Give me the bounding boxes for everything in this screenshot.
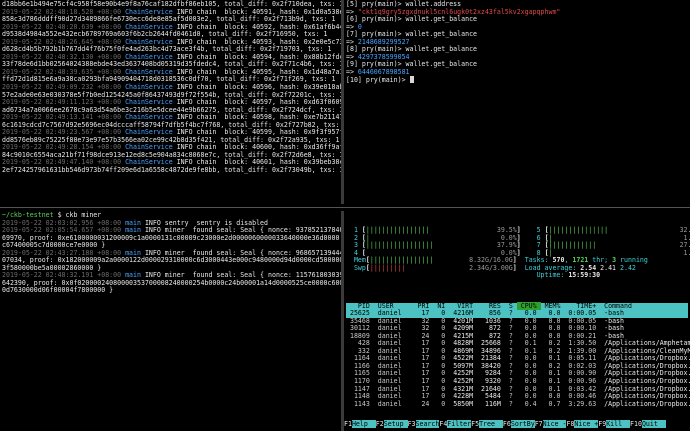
process-cell: 0.4 [516,399,541,408]
fkey-f2[interactable]: F2 [376,420,384,429]
ckb-node-log-pane[interactable]: d18bb6e1b494e75cf4c958f58e90b4e9f8a76caf… [0,0,341,204]
htop-function-key-bar: F1Help F2Setup F3SearchF4FilterF5Tree F6… [344,420,666,429]
pry-text: => [346,67,358,76]
htop-meters: 1 [|||||||||||||||| 39.5%] 5 [||||||||||… [346,226,690,288]
fkey-f5[interactable]: F5 [471,420,479,429]
fkey-label-help[interactable]: Help [351,420,376,429]
process-row[interactable]: 1143 daniel 24 0 5850M 116M ? 0.4 0.7 3:… [346,399,690,409]
process-cell: /Applications/Dropbox.app/Conte [604,399,690,408]
fkey-f6[interactable]: F6 [503,420,511,429]
fkey-label-search[interactable]: Search [415,420,440,429]
fkey-label-niceminus[interactable]: Nice - [542,420,567,429]
fkey-f1[interactable]: F1 [344,420,352,429]
fkey-label-sortby[interactable]: SortBy [510,420,535,429]
process-cell: 3:29.63 [564,399,601,408]
uptime-label: Uptime: [536,271,569,280]
uptime-row: Uptime: 15:59:30 [346,272,688,280]
pry-line: [6] pry(main)> wallet.get_balance [346,15,688,24]
log-line: 2ef724257961631bb546d973b74ff209e6d1a655… [2,166,341,175]
load-15: 2.42 [620,263,636,272]
pry-text: [6] pry(main)> wallet.get_balance [346,15,478,24]
process-cell: ? [504,399,517,408]
process-cell: 1143 [346,399,374,408]
fkey-label-setup[interactable]: Setup [383,420,408,429]
process-cell: 0 [433,399,450,408]
fkey-label-kill[interactable]: Kill [606,420,631,429]
pry-text: [10] pry(main)> [346,76,410,85]
load-5: 2.41 [600,263,620,272]
terminal-cursor [409,76,414,84]
fkey-f7[interactable]: F7 [535,420,543,429]
pry-line: [10] pry(main)> [346,76,688,84]
process-cell: 24 [413,399,434,408]
ckb-miner-pane[interactable]: ~/ckb-testnet $ ckb miner 2019-05-22 02:0… [0,211,341,431]
miner-line: 0d7630000d06f00004f7800000 } [2,287,339,295]
log-text: 2ef724257961631bb546d973b74ff209e6d1a655… [2,166,341,175]
fkey-f3[interactable]: F3 [408,420,416,429]
process-cell: 116M [477,399,505,408]
htop-pane[interactable]: 1 [|||||||||||||||| 39.5%] 5 [||||||||||… [344,211,690,431]
fkey-f9[interactable]: F9 [598,420,606,429]
process-cell: 0.7 [540,399,565,408]
pry-console-pane[interactable]: [5] pry(main)> wallet.address => "ckt1q9g… [344,0,690,204]
fkey-label-quit[interactable]: Quit [641,420,666,429]
uptime-value: 15:59:30 [568,271,601,280]
horizontal-pane-divider[interactable] [0,207,690,208]
process-cell: 5850M [449,399,478,408]
htop-process-table[interactable]: PID USER PRI NI VIRT RES S CPU% MEM% TIM… [346,301,690,409]
miner-text: 0d7630000d06f00004f7800000 } [2,286,114,295]
fkey-f10[interactable]: F10 [630,420,642,429]
fkey-label-niceplus[interactable]: Nice + [574,420,599,429]
fkey-label-filter[interactable]: Filter [447,420,472,429]
pry-text: 6446067898581 [357,67,410,76]
fkey-label-tree[interactable]: Tree [479,420,503,429]
pry-line: => 6446067898581 [346,67,688,77]
process-cell: daniel [373,399,414,408]
